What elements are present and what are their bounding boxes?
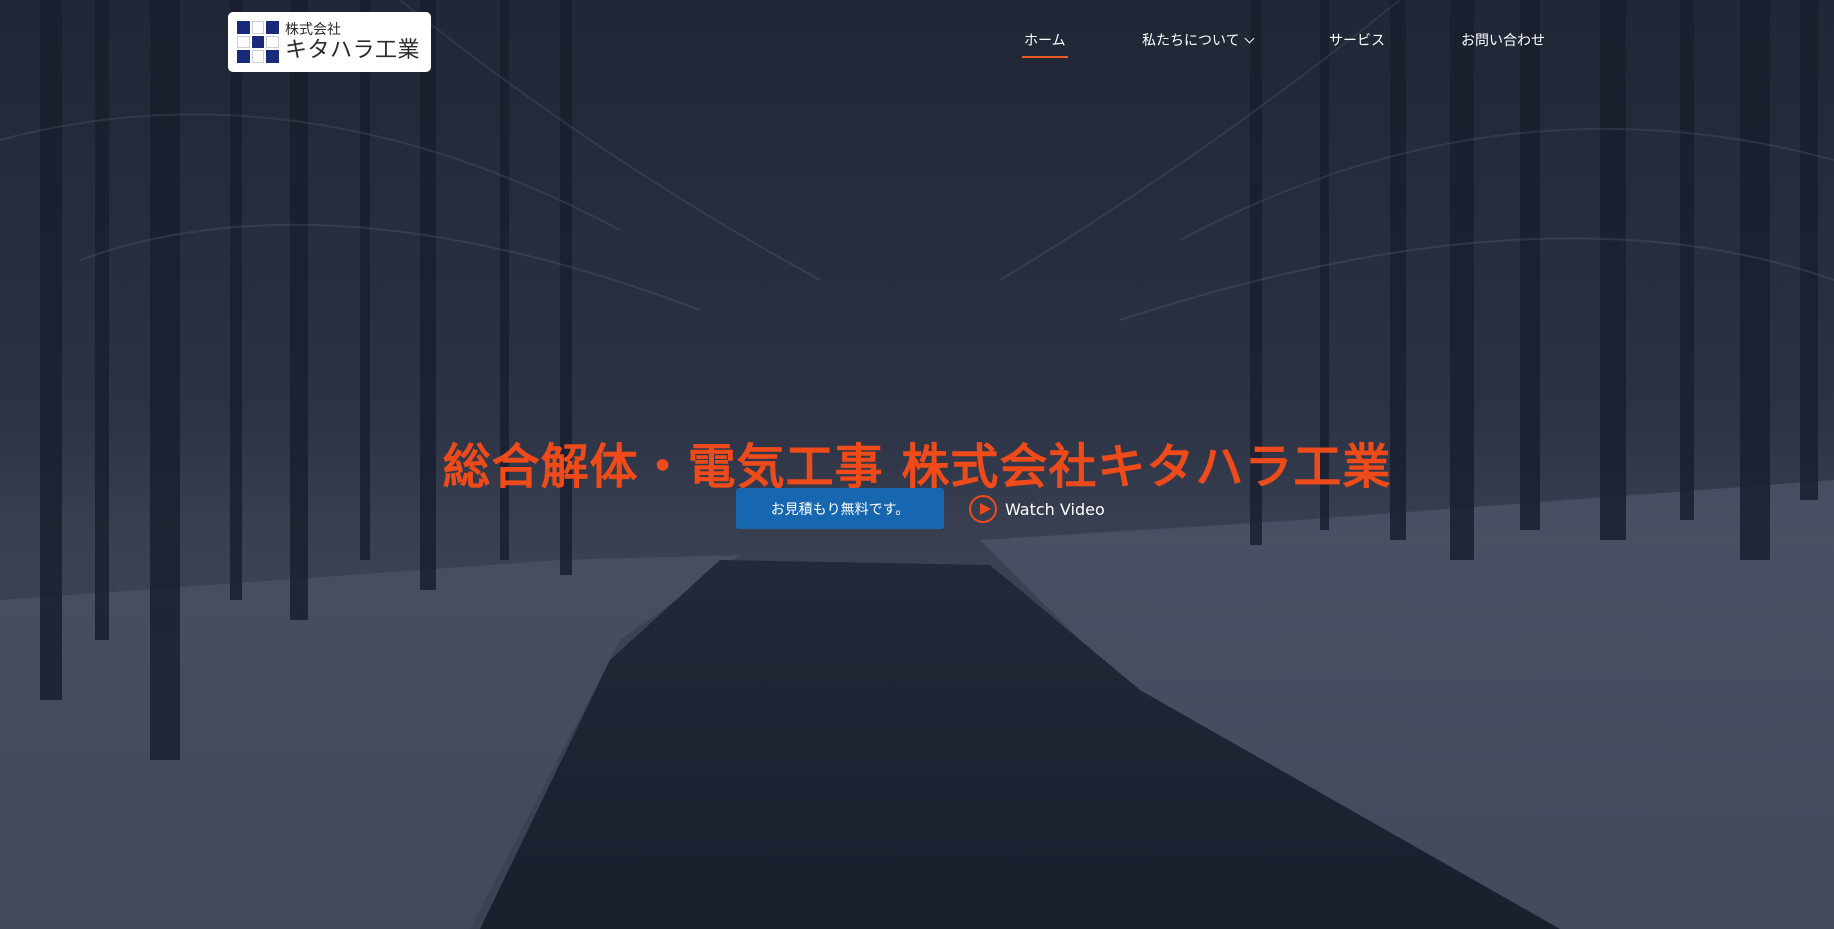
chevron-down-icon	[1244, 33, 1255, 44]
nav-item-contact[interactable]: お問い合わせ	[1461, 33, 1545, 49]
play-circle-icon	[969, 495, 997, 523]
main-nav: ホーム 私たちについて サービス お問い合わせ	[0, 33, 1834, 63]
hero-headline: 総合解体・電気工事 株式会社キタハラ工業	[442, 439, 1392, 496]
nav-item-home[interactable]: ホーム	[1022, 33, 1068, 58]
nav-item-about-label: 私たちについて	[1142, 33, 1240, 49]
nav-item-services[interactable]: サービス	[1329, 33, 1385, 49]
nav-item-home-label: ホーム	[1024, 33, 1066, 49]
nav-item-services-label: サービス	[1329, 33, 1385, 49]
nav-item-contact-label: お問い合わせ	[1461, 33, 1545, 49]
nav-item-about[interactable]: 私たちについて	[1142, 33, 1255, 49]
hero-section: 株式会社 キタハラ工業 ホーム 私たちについて サービス お問い合わせ 総合解体…	[0, 0, 1834, 929]
watch-video-link[interactable]: Watch Video	[969, 492, 1105, 526]
free-estimate-button[interactable]: お見積もり無料です。	[736, 488, 944, 529]
watch-video-label: Watch Video	[1005, 499, 1105, 519]
